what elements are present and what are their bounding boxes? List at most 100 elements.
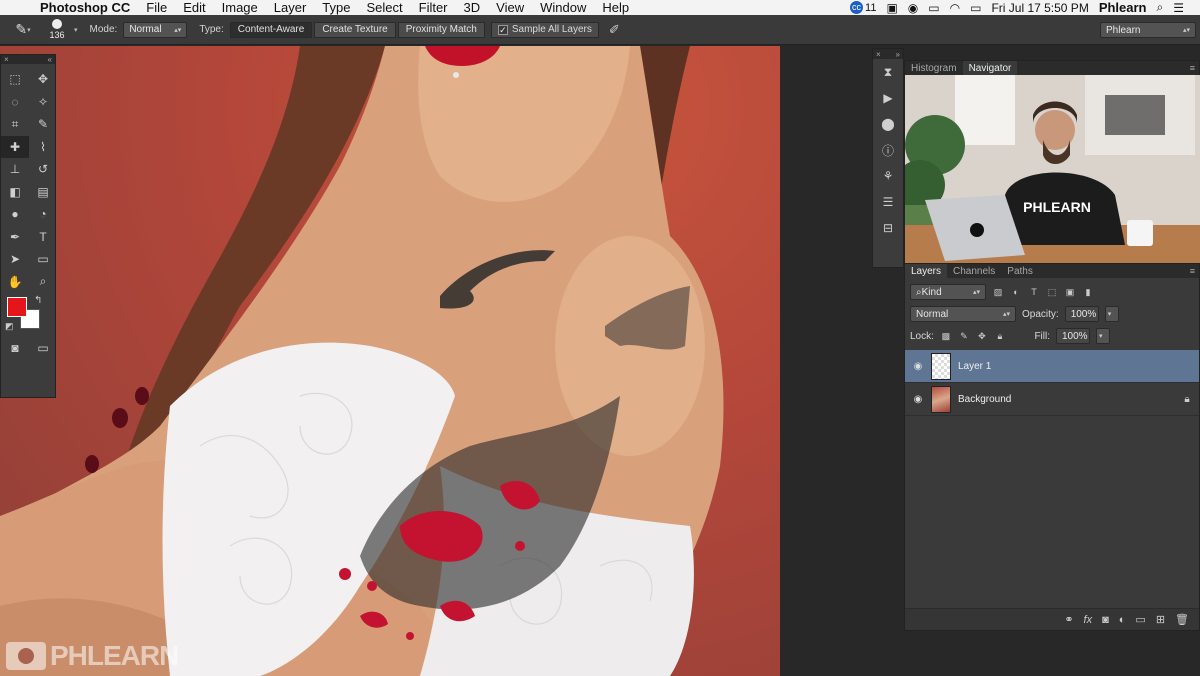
brush-tool[interactable]: ⌇ (29, 136, 57, 159)
history-panel-button[interactable]: ⧗ (873, 59, 903, 85)
shape-tool[interactable]: ▭ (29, 248, 57, 271)
menu-view[interactable]: View (488, 0, 532, 15)
history-brush-tool[interactable]: ↺ (29, 158, 57, 181)
wifi-icon[interactable]: ◠ (950, 1, 960, 15)
new-group-icon[interactable]: ▭ (1135, 613, 1145, 626)
type-proximity-match-button[interactable]: Proximity Match (397, 21, 485, 38)
clone-stamp-tool[interactable]: ⊥ (1, 158, 29, 181)
layer-row-background[interactable]: ◉ Background 🔒︎ (905, 383, 1199, 416)
eye-icon[interactable]: ◉ (905, 394, 931, 405)
menu-image[interactable]: Image (214, 0, 266, 15)
brush-presets-button[interactable]: ⬤ (873, 111, 903, 137)
tool-preset-picker[interactable]: ✎ ▾ (6, 19, 40, 41)
record-icon[interactable]: ◉ (908, 1, 918, 15)
lasso-tool[interactable]: ◌ (1, 91, 29, 114)
blur-tool[interactable]: ● (1, 203, 29, 226)
lock-transparent-icon[interactable]: ▩ (940, 331, 952, 342)
actions-panel-button[interactable]: ▶ (873, 85, 903, 111)
type-content-aware-button[interactable]: Content-Aware (229, 21, 313, 38)
marquee-tool[interactable]: ⬚ (1, 68, 29, 91)
zoom-tool[interactable]: ⌕ (29, 271, 57, 294)
filter-pixel-icon[interactable]: ▨ (992, 286, 1004, 298)
airplay-icon[interactable]: ▭ (928, 1, 939, 15)
sample-all-layers-checkbox[interactable]: ✓ Sample All Layers (490, 21, 599, 38)
menu-layer[interactable]: Layer (266, 0, 315, 15)
quick-selection-tool[interactable]: ✧ (29, 91, 57, 114)
layer-row-layer-1[interactable]: ◉ Layer 1 (905, 350, 1199, 383)
lock-image-icon[interactable]: ✎ (958, 331, 970, 342)
fill-dropdown[interactable]: ▾ (1096, 328, 1110, 344)
menu-user[interactable]: Phlearn (1099, 0, 1147, 15)
menu-app-name[interactable]: Photoshop CC (34, 0, 138, 15)
messages-icon[interactable]: ▣ (886, 1, 897, 15)
close-icon[interactable]: × (876, 50, 881, 59)
eraser-tool[interactable]: ◧ (1, 181, 29, 204)
tab-layers[interactable]: Layers (905, 264, 948, 278)
tab-paths[interactable]: Paths (1001, 264, 1039, 278)
gradient-tool[interactable]: ▤ (29, 181, 57, 204)
tab-channels[interactable]: Channels (947, 264, 1001, 278)
link-layers-icon[interactable]: ⚭ (1064, 613, 1073, 626)
default-colors-icon[interactable]: ◩ (5, 321, 14, 332)
crop-tool[interactable]: ⌗ (1, 113, 29, 136)
new-layer-icon[interactable]: ⊞ (1156, 613, 1165, 626)
battery-icon[interactable]: ▭ (970, 1, 981, 15)
creative-cloud-status[interactable]: cc 11 (850, 1, 876, 14)
opacity-dropdown[interactable]: ▾ (1104, 306, 1119, 322)
adjustments-button[interactable]: ☰ (873, 189, 903, 215)
tab-navigator[interactable]: Navigator (962, 61, 1018, 75)
trash-icon[interactable]: 🗑︎ (1175, 613, 1189, 626)
pen-tool[interactable]: ✒ (1, 226, 29, 249)
clone-source-button[interactable]: ⚘ (873, 163, 903, 189)
menu-select[interactable]: Select (358, 0, 410, 15)
filter-adjustment-icon[interactable]: ◐ (1010, 286, 1022, 298)
screen-mode-button[interactable]: ▭ (29, 337, 57, 360)
filter-toggle-icon[interactable]: ▮ (1082, 286, 1094, 298)
quick-mask-button[interactable]: ◙ (1, 337, 29, 360)
add-mask-icon[interactable]: ◙ (1102, 614, 1109, 626)
mode-select[interactable]: Normal ▴▾ (123, 21, 188, 38)
expand-icon[interactable]: » (896, 50, 900, 59)
lock-position-icon[interactable]: ✥ (976, 331, 988, 342)
eyedropper-tool[interactable]: ✎ (29, 113, 57, 136)
opacity-input[interactable]: 100% (1064, 306, 1099, 322)
panel-menu-icon[interactable]: ≡ (1186, 264, 1199, 278)
hand-tool[interactable]: ✋ (1, 271, 29, 294)
lock-icon[interactable]: 🔒︎ (1175, 394, 1199, 405)
adjustment-layer-icon[interactable]: ◐ (1119, 614, 1126, 626)
lock-all-icon[interactable]: 🔒︎ (994, 331, 1006, 342)
menu-filter[interactable]: Filter (411, 0, 456, 15)
kind-filter-select[interactable]: ⌕Kind ▴▾ (910, 284, 986, 300)
notification-center-icon[interactable]: ☰ (1173, 1, 1184, 15)
tab-histogram[interactable]: Histogram (905, 61, 963, 75)
brush-picker[interactable]: 136 (46, 18, 68, 42)
menu-window[interactable]: Window (532, 0, 594, 15)
filter-shape-icon[interactable]: ⬚ (1046, 286, 1058, 298)
path-selection-tool[interactable]: ➤ (1, 248, 29, 271)
layer-style-icon[interactable]: fx (1084, 614, 1093, 626)
filter-smart-object-icon[interactable]: ▣ (1064, 286, 1076, 298)
eye-icon[interactable]: ◉ (905, 361, 931, 372)
document-canvas[interactable]: PHLEARN (0, 46, 780, 676)
close-icon[interactable]: × (4, 55, 9, 64)
dodge-tool[interactable]: ◔ (29, 203, 57, 226)
info-panel-button[interactable]: ⓘ (873, 137, 903, 163)
menu-edit[interactable]: Edit (175, 0, 213, 15)
pressure-size-icon[interactable]: ✐ (609, 22, 620, 38)
properties-button[interactable]: ⊟ (873, 215, 903, 241)
dock-header[interactable]: ×» (873, 49, 903, 59)
menu-3d[interactable]: 3D (456, 0, 489, 15)
foreground-color-swatch[interactable] (7, 297, 27, 317)
move-tool[interactable]: ✥ (29, 68, 57, 91)
healing-brush-tool[interactable]: ✚ (1, 135, 29, 158)
panel-menu-icon[interactable]: ≡ (1186, 61, 1199, 75)
collapse-icon[interactable]: « (48, 55, 52, 64)
chevron-down-icon[interactable]: ▾ (74, 26, 78, 34)
filter-type-icon[interactable]: T (1028, 286, 1040, 298)
menu-clock[interactable]: Fri Jul 17 5:50 PM (991, 1, 1088, 15)
spotlight-icon[interactable]: ⌕ (1157, 0, 1164, 15)
fill-input[interactable]: 100% (1056, 328, 1090, 344)
type-tool[interactable]: T (29, 226, 57, 249)
type-create-texture-button[interactable]: Create Texture (314, 21, 396, 38)
swap-colors-icon[interactable]: ↰ (34, 295, 42, 306)
